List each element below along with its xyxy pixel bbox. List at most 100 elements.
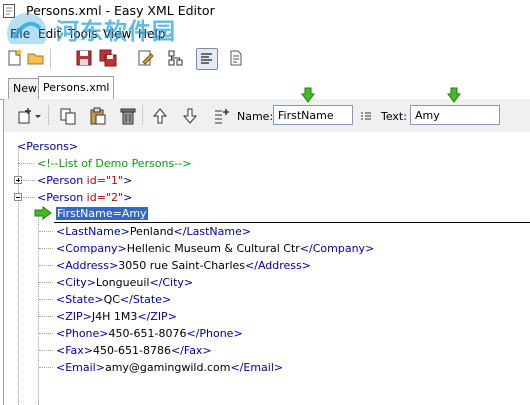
child-open: <ZIP> bbox=[56, 310, 92, 323]
copy-icon[interactable] bbox=[58, 106, 78, 126]
tree-connector bbox=[39, 265, 53, 266]
tree-node-child[interactable]: <Address>3050 rue Saint-Charles</Address… bbox=[56, 258, 311, 273]
tree-connector bbox=[23, 180, 35, 181]
child-open: <City> bbox=[56, 276, 96, 289]
name-field[interactable] bbox=[273, 105, 353, 125]
app-icon bbox=[3, 4, 15, 18]
child-close: </Email> bbox=[230, 361, 284, 374]
paste-icon[interactable] bbox=[88, 106, 108, 126]
menu-file[interactable]: File bbox=[10, 27, 30, 41]
menu-tools[interactable]: Tools bbox=[68, 27, 98, 41]
align-left-icon bbox=[201, 53, 212, 64]
child-text: 3050 rue Saint-Charles bbox=[118, 259, 246, 272]
child-open: <Address> bbox=[56, 259, 119, 272]
tab-persons-xml[interactable]: Persons.xml bbox=[38, 76, 115, 100]
child-open: <Phone> bbox=[56, 327, 109, 340]
child-close: </City> bbox=[149, 276, 194, 289]
tree-connector bbox=[39, 231, 53, 232]
tree-guide-line bbox=[38, 212, 39, 405]
open-folder-icon[interactable] bbox=[26, 48, 46, 68]
toolbar-separator bbox=[48, 105, 49, 125]
tree-node-child[interactable]: <Company>Hellenic Museum & Cultural Ctr<… bbox=[56, 241, 374, 256]
tree-connector bbox=[39, 282, 53, 283]
save-icon[interactable] bbox=[74, 48, 94, 68]
tree-node-child[interactable]: <Email>amy@gamingwild.com</Email> bbox=[56, 360, 283, 375]
tab-new[interactable]: New bbox=[8, 78, 42, 99]
child-close: </Company> bbox=[299, 242, 375, 255]
child-text: J4H 1M3 bbox=[91, 310, 138, 323]
xml-tree[interactable]: <Persons> <!--List of Demo Persons--> <P… bbox=[4, 132, 530, 405]
child-close: </LastName> bbox=[173, 225, 252, 238]
child-text: 450-651-8076 bbox=[108, 327, 187, 340]
green-right-arrow-icon bbox=[34, 206, 52, 220]
edit-underline bbox=[54, 222, 530, 223]
tree-guide-line bbox=[18, 148, 19, 405]
menu-help[interactable]: Help bbox=[138, 27, 165, 41]
child-open: <Company> bbox=[56, 242, 127, 255]
name-label: Name: bbox=[237, 110, 274, 123]
tree-node-child[interactable]: <LastName>Penland</LastName> bbox=[56, 224, 251, 239]
toolbar-separator bbox=[50, 49, 51, 69]
tree-connector bbox=[18, 163, 34, 164]
child-close: </Phone> bbox=[186, 327, 243, 340]
child-close: </Fax> bbox=[170, 344, 212, 357]
title-bar: Persons.xml - Easy XML Editor bbox=[0, 0, 530, 22]
move-up-icon[interactable] bbox=[150, 106, 170, 126]
tree-node-child[interactable]: <State>QC</State> bbox=[56, 292, 171, 307]
menu-view[interactable]: View bbox=[103, 27, 131, 41]
child-text: Hellenic Museum & Cultural Ctr bbox=[126, 242, 300, 255]
edit-document-icon[interactable] bbox=[135, 48, 155, 68]
document-icon[interactable] bbox=[226, 48, 246, 68]
child-close: </State> bbox=[119, 293, 172, 306]
child-open: <Email> bbox=[56, 361, 105, 374]
child-text: 450-651-8786 bbox=[93, 344, 171, 357]
child-close: </ZIP> bbox=[137, 310, 177, 323]
green-down-arrow-icon bbox=[447, 87, 461, 103]
tree-node-person-1[interactable]: <Person id="1"> bbox=[37, 173, 132, 188]
tree-connector bbox=[39, 333, 53, 334]
toolbar-separator bbox=[142, 105, 143, 125]
tree-node-child[interactable]: <City>Longueuil</City> bbox=[56, 275, 193, 290]
child-open: <State> bbox=[56, 293, 104, 306]
menu-bar: File Edit Tools View Help bbox=[0, 24, 530, 44]
add-node-dropdown-icon[interactable] bbox=[16, 106, 42, 126]
child-text: QC bbox=[103, 293, 120, 306]
tree-node-comment[interactable]: <!--List of Demo Persons--> bbox=[37, 156, 191, 171]
tree-node-child[interactable]: <ZIP>J4H 1M3</ZIP> bbox=[56, 309, 177, 324]
tree-connector bbox=[39, 350, 53, 351]
text-field[interactable] bbox=[410, 105, 500, 125]
list-icon bbox=[361, 112, 371, 120]
child-text: Penland bbox=[129, 225, 174, 238]
child-open: <Fax> bbox=[56, 344, 94, 357]
tree-connector bbox=[23, 197, 35, 198]
child-text: Longueuil bbox=[96, 276, 150, 289]
editor-panel: Name: Text: <Persons> <!--List of Demo P… bbox=[3, 87, 530, 405]
text-view-button[interactable] bbox=[196, 48, 218, 70]
new-file-icon[interactable] bbox=[4, 48, 24, 68]
expand-icon[interactable] bbox=[14, 176, 22, 184]
editor-toolbar: Name: Text: bbox=[4, 99, 530, 133]
tree-connector bbox=[39, 248, 53, 249]
tree-node-firstname-selected[interactable]: FirstName=Amy bbox=[56, 206, 148, 221]
tree-node-root[interactable]: <Persons> bbox=[17, 139, 78, 154]
save-all-icon[interactable] bbox=[98, 48, 118, 68]
child-close: </Address> bbox=[245, 259, 311, 272]
menu-edit[interactable]: Edit bbox=[38, 27, 61, 41]
tree-node-child[interactable]: <Phone>450-651-8076</Phone> bbox=[56, 326, 243, 341]
window-title: Persons.xml - Easy XML Editor bbox=[26, 3, 215, 18]
tree-node-child[interactable]: <Fax>450-651-8786</Fax> bbox=[56, 343, 212, 358]
main-toolbar bbox=[0, 44, 530, 74]
collapse-icon[interactable] bbox=[14, 193, 22, 201]
text-label: Text: bbox=[381, 110, 407, 123]
green-down-arrow-icon bbox=[301, 87, 315, 103]
tree-connector bbox=[39, 316, 53, 317]
tree-node-person-2[interactable]: <Person id="2"> bbox=[37, 190, 132, 205]
tree-connector bbox=[39, 367, 53, 368]
add-attribute-icon[interactable] bbox=[212, 106, 232, 126]
tree-connector bbox=[39, 299, 53, 300]
child-text: amy@gamingwild.com bbox=[104, 361, 231, 374]
move-down-icon[interactable] bbox=[180, 106, 200, 126]
delete-icon[interactable] bbox=[118, 106, 138, 126]
child-open: <LastName> bbox=[56, 225, 130, 238]
tree-view-icon[interactable] bbox=[166, 48, 186, 68]
